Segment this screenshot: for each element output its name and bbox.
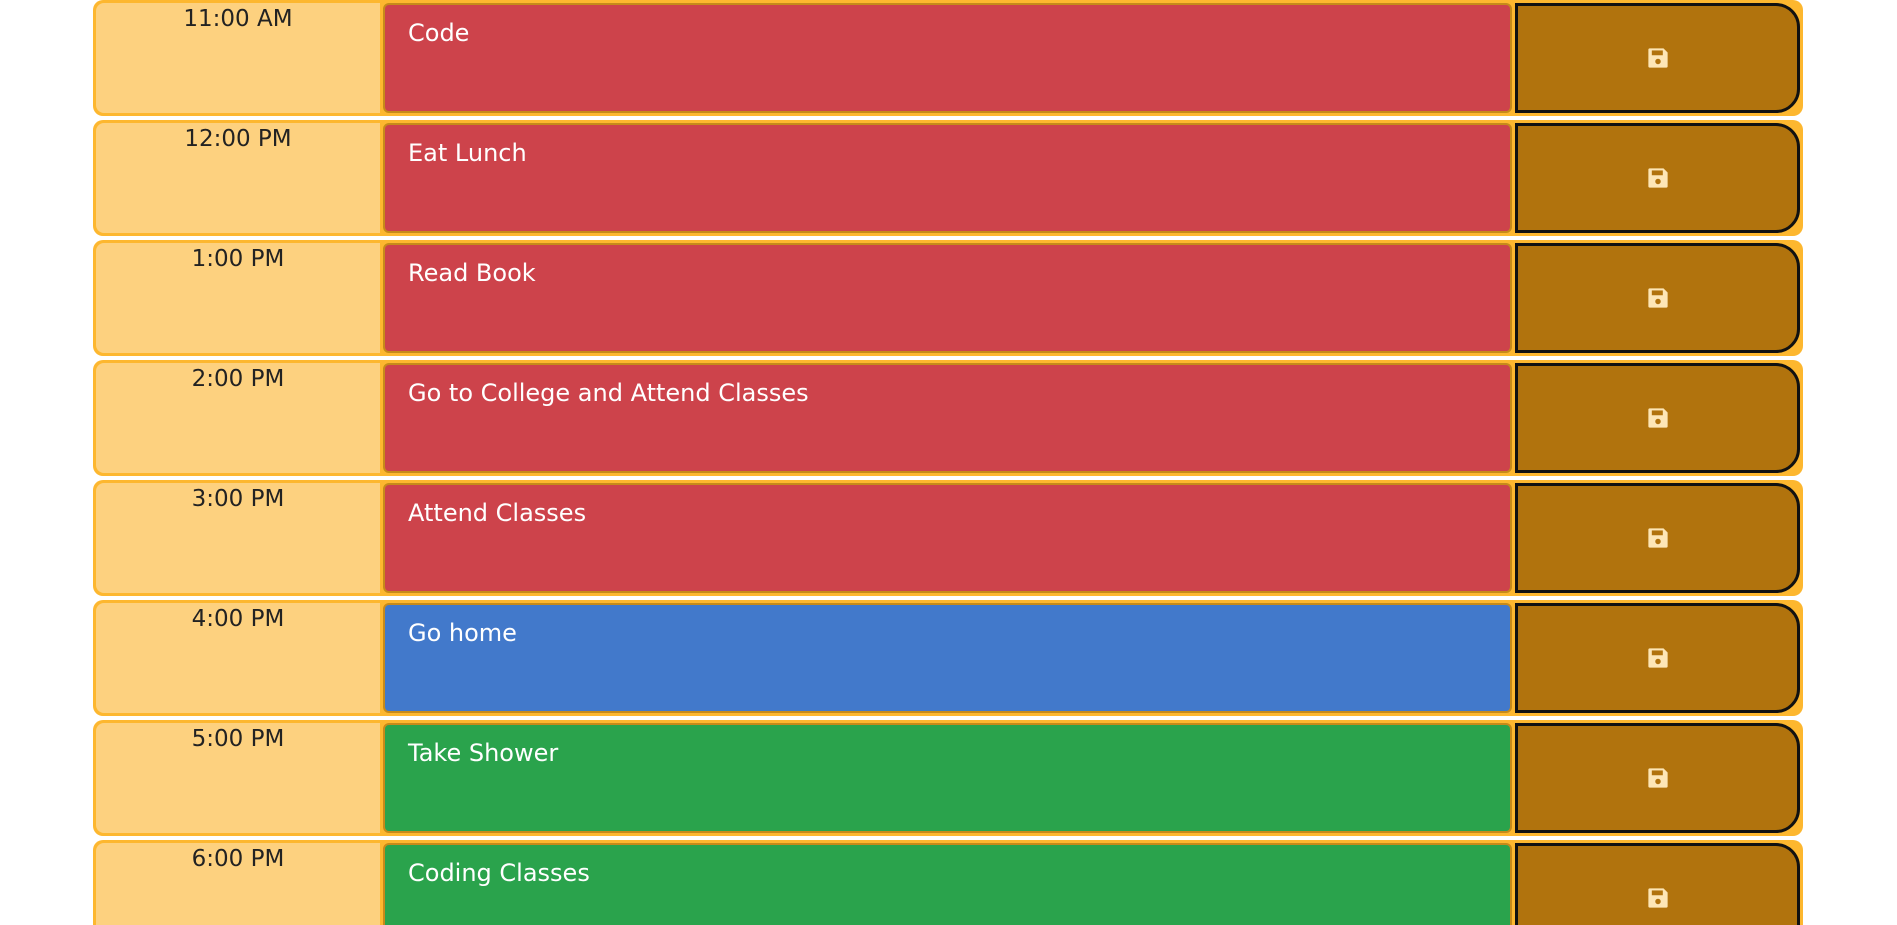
task-textarea[interactable]: Coding Classes bbox=[383, 843, 1512, 925]
task-textarea[interactable]: Go home bbox=[383, 603, 1512, 713]
hour-label: 12:00 PM bbox=[96, 123, 380, 233]
time-block-row: 1:00 PM Read Book bbox=[93, 240, 1803, 356]
save-icon bbox=[1647, 408, 1668, 428]
time-block-row: 12:00 PM Eat Lunch bbox=[93, 120, 1803, 236]
save-icon bbox=[1647, 168, 1668, 188]
hour-label: 4:00 PM bbox=[96, 603, 380, 713]
task-textarea[interactable]: Eat Lunch bbox=[383, 123, 1512, 233]
save-button[interactable] bbox=[1515, 363, 1800, 473]
save-button[interactable] bbox=[1515, 723, 1800, 833]
task-textarea[interactable]: Attend Classes bbox=[383, 483, 1512, 593]
task-textarea[interactable]: Code bbox=[383, 3, 1512, 113]
save-button[interactable] bbox=[1515, 843, 1800, 925]
hour-label: 3:00 PM bbox=[96, 483, 380, 593]
hour-label: 2:00 PM bbox=[96, 363, 380, 473]
hour-label: 6:00 PM bbox=[96, 843, 380, 925]
save-button[interactable] bbox=[1515, 123, 1800, 233]
schedule: 11:00 AM Code 12:00 PM Eat Lunch 1:00 PM… bbox=[93, 0, 1803, 925]
task-textarea[interactable]: Read Book bbox=[383, 243, 1512, 353]
time-block-row: 6:00 PM Coding Classes bbox=[93, 840, 1803, 925]
time-block-row: 5:00 PM Take Shower bbox=[93, 720, 1803, 836]
save-button[interactable] bbox=[1515, 603, 1800, 713]
save-button[interactable] bbox=[1515, 243, 1800, 353]
save-icon bbox=[1647, 48, 1668, 68]
hour-label: 5:00 PM bbox=[96, 723, 380, 833]
save-icon bbox=[1647, 888, 1668, 908]
save-icon bbox=[1647, 528, 1668, 548]
time-block-row: 2:00 PM Go to College and Attend Classes bbox=[93, 360, 1803, 476]
save-button[interactable] bbox=[1515, 483, 1800, 593]
page: 11:00 AM Code 12:00 PM Eat Lunch 1:00 PM… bbox=[0, 0, 1897, 925]
save-icon bbox=[1647, 288, 1668, 308]
task-textarea[interactable]: Go to College and Attend Classes bbox=[383, 363, 1512, 473]
time-block-row: 4:00 PM Go home bbox=[93, 600, 1803, 716]
save-button[interactable] bbox=[1515, 3, 1800, 113]
save-icon bbox=[1647, 648, 1668, 668]
time-block-row: 11:00 AM Code bbox=[93, 0, 1803, 116]
hour-label: 1:00 PM bbox=[96, 243, 380, 353]
time-block-row: 3:00 PM Attend Classes bbox=[93, 480, 1803, 596]
task-textarea[interactable]: Take Shower bbox=[383, 723, 1512, 833]
hour-label: 11:00 AM bbox=[96, 3, 380, 113]
save-icon bbox=[1647, 768, 1668, 788]
